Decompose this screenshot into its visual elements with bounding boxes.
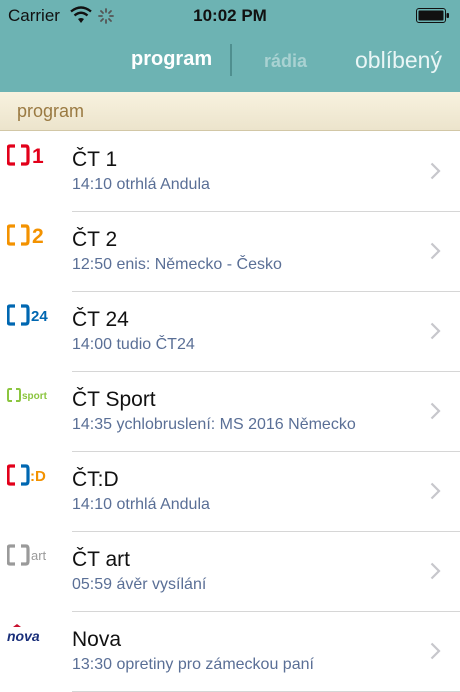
app-header: Carrier 10:02 PM program rádia oblíbený <box>0 0 460 92</box>
clock: 10:02 PM <box>193 6 267 25</box>
ct24-logo: 24 <box>6 304 53 326</box>
chevron-right-icon <box>430 242 441 260</box>
channel-row[interactable]: art ČT art 05:59 ávěr vysílání <box>0 532 460 612</box>
svg-text:art: art <box>31 548 47 563</box>
tab-oblibeny[interactable]: oblíbený <box>355 47 442 74</box>
channel-row[interactable]: 1 ČT 1 14:10 otrhlá Andula <box>0 132 460 212</box>
tab-divider <box>230 44 232 76</box>
tab-radia[interactable]: rádia <box>264 51 307 72</box>
section-title: program <box>17 101 85 121</box>
program-info: 05:59 ávěr vysílání <box>72 576 207 593</box>
chevron-right-icon <box>430 162 441 180</box>
svg-text::D: :D <box>30 468 46 485</box>
channel-row[interactable]: sport ČT Sport 14:35 ychlobruslení: MS 201… <box>0 372 460 452</box>
ctsport-logo: sport <box>7 384 53 406</box>
svg-text:24: 24 <box>31 308 48 325</box>
section-header: program <box>0 92 460 131</box>
svg-text:sport: sport <box>22 391 48 402</box>
channel-row[interactable]: 24 ČT 24 14:00 tudio ČT24 <box>0 292 460 372</box>
program-info: 14:00 tudio ČT24 <box>72 336 195 353</box>
ctd-logo: :D <box>6 464 53 486</box>
program-info: 12:50 enis: Německo - Česko <box>72 256 282 273</box>
channel-row[interactable]: :D ČT:D 14:10 otrhlá Andula <box>0 452 460 532</box>
battery-icon <box>416 8 449 23</box>
channel-name: ČT 24 <box>72 308 129 331</box>
channel-row[interactable]: nova Nova 13:30 opretiny pro zámeckou paní <box>0 612 460 692</box>
nova-logo: nova <box>7 624 53 646</box>
channel-name: ČT 1 <box>72 148 118 171</box>
svg-text:nova: nova <box>7 628 40 644</box>
ct1-logo: 1 <box>6 144 53 168</box>
svg-text:2: 2 <box>32 225 44 246</box>
status-bar: Carrier 10:02 PM <box>0 0 460 32</box>
ctart-logo: art <box>6 544 53 566</box>
channel-name: ČT art <box>72 548 130 571</box>
channel-name: Nova <box>72 628 122 651</box>
chevron-right-icon <box>430 642 441 660</box>
svg-text:1: 1 <box>32 145 44 166</box>
chevron-right-icon <box>430 562 441 580</box>
channel-name: ČT 2 <box>72 228 118 251</box>
channel-name: ČT:D <box>72 468 119 491</box>
ct2-logo: 2 <box>6 224 53 248</box>
tab-program[interactable]: program <box>131 48 212 71</box>
program-info: 13:30 opretiny pro zámeckou paní <box>72 656 314 673</box>
chevron-right-icon <box>430 322 441 340</box>
channel-row[interactable]: 2 ČT 2 12:50 enis: Německo - Česko <box>0 212 460 292</box>
chevron-right-icon <box>430 402 441 420</box>
program-info: 14:10 otrhlá Andula <box>72 176 210 193</box>
channel-name: ČT Sport <box>72 388 156 411</box>
chevron-right-icon <box>430 482 441 500</box>
program-info: 14:35 ychlobruslení: MS 2016 Německo <box>72 416 356 433</box>
program-info: 14:10 otrhlá Andula <box>72 496 210 513</box>
